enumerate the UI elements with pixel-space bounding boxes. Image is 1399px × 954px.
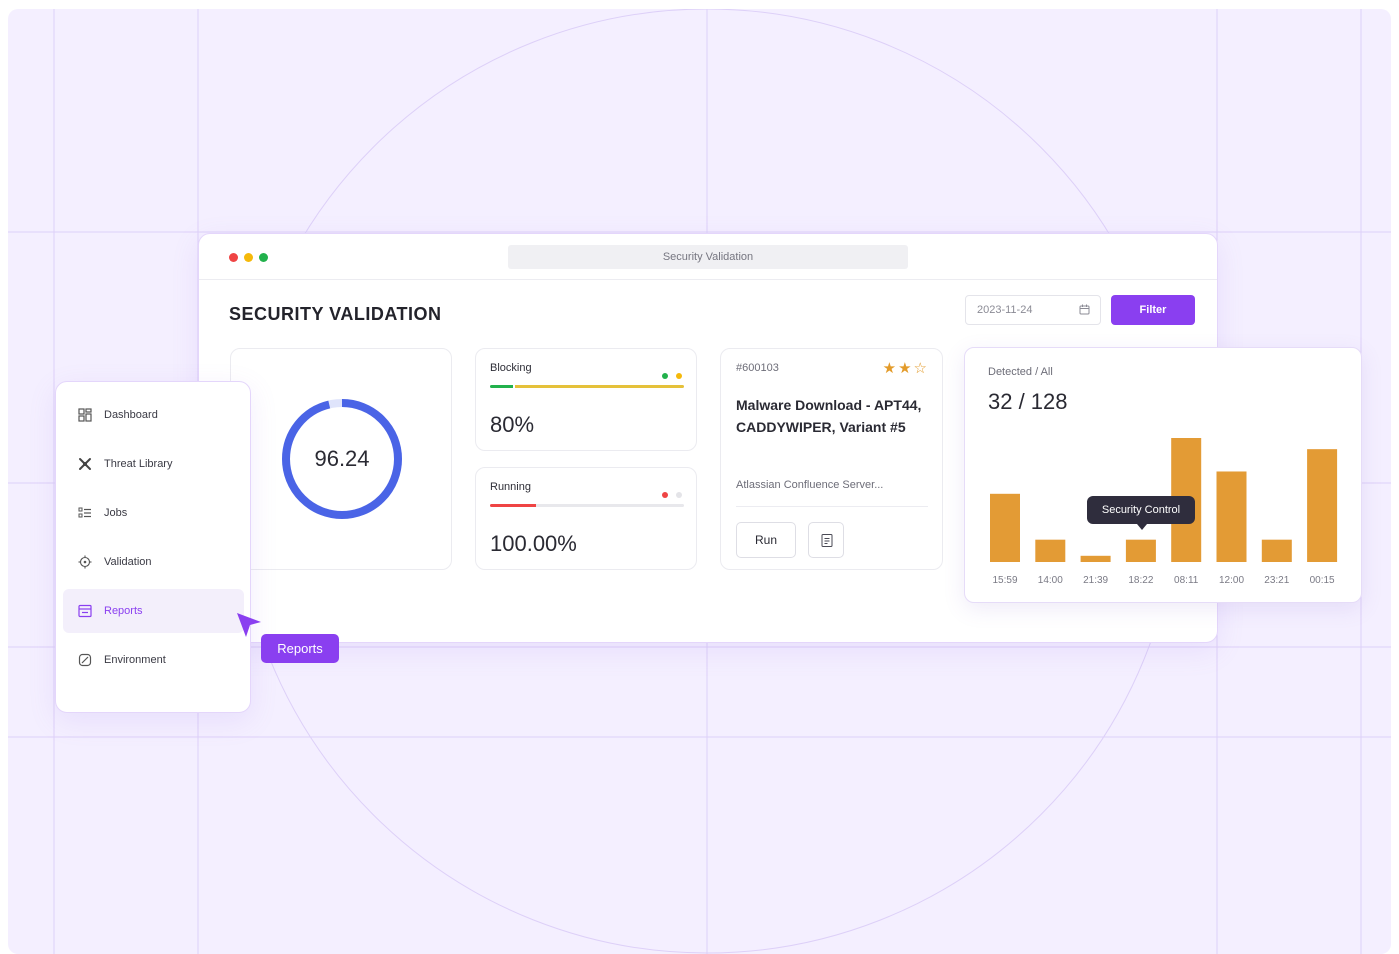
blocking-progress-bar bbox=[490, 385, 684, 388]
chart-bar[interactable] bbox=[1035, 539, 1066, 562]
title-bar: Security Validation bbox=[199, 234, 1217, 280]
blocking-label: Blocking bbox=[490, 362, 532, 374]
score-card: 96.24 bbox=[230, 348, 452, 570]
running-status-dots bbox=[654, 485, 682, 503]
job-title: Malware Download - APT44, CADDYWIPER, Va… bbox=[736, 397, 922, 435]
x-tick-label: 15:59 bbox=[992, 575, 1017, 586]
job-id: #600103 bbox=[736, 362, 779, 374]
status-dot bbox=[676, 492, 682, 498]
sidebar: Dashboard Threat Library Jobs Validation bbox=[55, 381, 251, 713]
sidebar-item-label: Jobs bbox=[104, 507, 128, 519]
blocking-value: 80% bbox=[490, 412, 535, 437]
report-button[interactable] bbox=[808, 522, 844, 558]
sidebar-item-dashboard[interactable]: Dashboard bbox=[63, 393, 244, 437]
x-tick-label: 18:22 bbox=[1128, 575, 1153, 586]
sidebar-item-environment[interactable]: Environment bbox=[63, 638, 244, 682]
page-title: SECURITY VALIDATION bbox=[229, 304, 442, 324]
bar-segment-red bbox=[490, 504, 536, 507]
dashboard-icon bbox=[78, 408, 92, 422]
status-dot bbox=[662, 492, 668, 498]
sidebar-item-reports[interactable]: Reports bbox=[63, 589, 244, 633]
running-label: Running bbox=[490, 481, 531, 493]
bar-segment-yellow bbox=[515, 385, 684, 388]
date-field[interactable]: 2023-11-24 bbox=[965, 295, 1101, 325]
x-tick-label: 12:00 bbox=[1219, 575, 1244, 586]
bar-segment-green bbox=[490, 385, 513, 388]
environment-icon bbox=[78, 653, 92, 667]
jobs-icon bbox=[78, 507, 91, 518]
running-card: Running 100.00% bbox=[475, 467, 697, 570]
x-tick-label: 21:39 bbox=[1083, 575, 1108, 586]
status-dot bbox=[676, 373, 682, 379]
chart-bar[interactable] bbox=[1080, 555, 1111, 562]
blocking-status-dots bbox=[654, 366, 682, 384]
threat-library-icon bbox=[79, 458, 91, 470]
blocking-card: Blocking 80% bbox=[475, 348, 697, 451]
sidebar-item-label: Validation bbox=[104, 556, 152, 568]
divider bbox=[736, 506, 928, 507]
rating-stars[interactable]: ★★☆ bbox=[883, 359, 929, 377]
filter-button[interactable]: Filter bbox=[1111, 295, 1195, 325]
bar-segment-gray bbox=[536, 504, 684, 507]
status-dot bbox=[662, 373, 668, 379]
sidebar-item-label: Threat Library bbox=[104, 458, 173, 470]
cursor-label: Reports bbox=[261, 634, 339, 663]
close-window-dot[interactable] bbox=[229, 253, 238, 262]
validation-icon bbox=[78, 555, 92, 569]
address-bar[interactable]: Security Validation bbox=[508, 245, 908, 269]
reports-icon bbox=[78, 604, 92, 618]
sidebar-item-label: Reports bbox=[104, 605, 143, 617]
running-progress-bar bbox=[490, 504, 684, 507]
x-tick-label: 14:00 bbox=[1038, 575, 1063, 586]
sidebar-item-threat-library[interactable]: Threat Library bbox=[63, 442, 244, 486]
chart-tooltip: Security Control bbox=[1087, 496, 1195, 524]
sidebar-item-jobs[interactable]: Jobs bbox=[63, 491, 244, 535]
x-tick-label: 23:21 bbox=[1264, 575, 1289, 586]
tooltip-arrow bbox=[1137, 524, 1147, 530]
score-value: 96.24 bbox=[314, 446, 370, 471]
chart-bar[interactable] bbox=[1261, 539, 1292, 562]
sidebar-item-label: Dashboard bbox=[104, 409, 158, 421]
x-tick-label: 00:15 bbox=[1310, 575, 1335, 586]
run-button[interactable]: Run bbox=[736, 522, 796, 558]
running-value: 100.00% bbox=[490, 531, 577, 556]
job-card[interactable]: #600103 ★★☆ Malware Download - APT44, CA… bbox=[720, 348, 943, 570]
x-tick-label: 08:11 bbox=[1174, 575, 1199, 586]
chart-bar[interactable] bbox=[1125, 539, 1156, 562]
job-description: Atlassian Confluence Server... bbox=[736, 479, 884, 491]
cursor-arrow-icon bbox=[237, 613, 261, 637]
detection-chart-card: Detected / All 32 / 128 15:59 14:00 21:39 1… bbox=[964, 347, 1362, 603]
chart-bar[interactable] bbox=[1216, 471, 1247, 562]
date-value: 2023-11-24 bbox=[977, 304, 1033, 316]
score-donut: 96.24 bbox=[277, 394, 407, 524]
minimize-window-dot[interactable] bbox=[244, 253, 253, 262]
sidebar-item-validation[interactable]: Validation bbox=[63, 540, 244, 584]
document-icon bbox=[821, 534, 833, 547]
sidebar-item-label: Environment bbox=[104, 654, 166, 666]
calendar-icon[interactable] bbox=[1079, 304, 1090, 315]
chart-bar[interactable] bbox=[990, 493, 1020, 562]
chart-bar[interactable] bbox=[1307, 449, 1338, 562]
bar-chart: 15:59 14:00 21:39 18:22 08:11 12:00 23:21 00:15 bbox=[990, 438, 1338, 586]
maximize-window-dot[interactable] bbox=[259, 253, 268, 262]
